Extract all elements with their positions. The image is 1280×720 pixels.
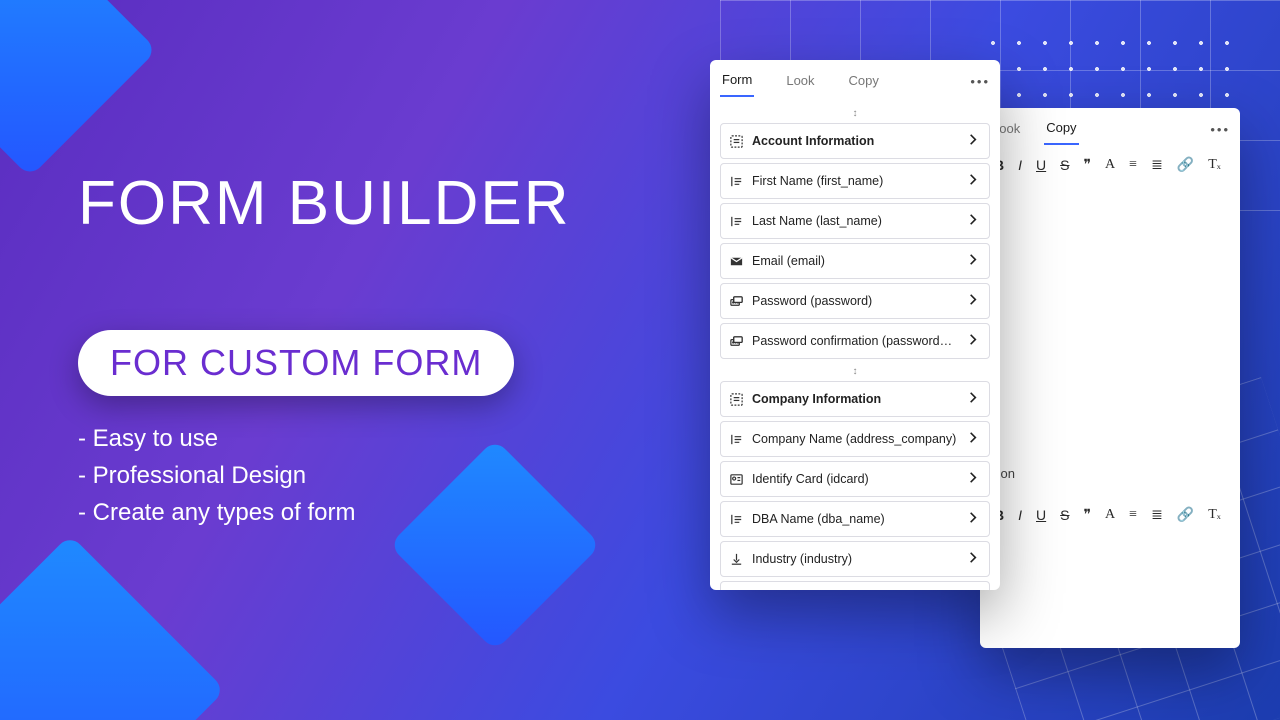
field-row[interactable]: First Name (first_name) bbox=[720, 163, 990, 199]
dropdown-icon bbox=[729, 552, 744, 567]
text-icon bbox=[729, 432, 744, 447]
tab-copy[interactable]: Copy bbox=[1044, 114, 1078, 145]
chevron-right-icon bbox=[966, 212, 981, 230]
field-label: Last Name (last_name) bbox=[752, 214, 958, 228]
field-row[interactable]: Company Name (address_company) bbox=[720, 421, 990, 457]
text-icon bbox=[729, 214, 744, 229]
strike-button[interactable]: S bbox=[1060, 157, 1069, 174]
quote-button[interactable]: ❞ bbox=[1083, 507, 1091, 524]
chevron-right-icon bbox=[966, 470, 981, 488]
headline: FORM BUILDER bbox=[78, 168, 570, 239]
ordered-list-button[interactable]: ≡ bbox=[1129, 507, 1137, 524]
tab-copy[interactable]: Copy bbox=[847, 67, 881, 96]
text-color-button[interactable]: A bbox=[1105, 157, 1115, 174]
field-label: First Name (first_name) bbox=[752, 174, 958, 188]
tab-bar: Form Look Copy ••• bbox=[710, 60, 1000, 97]
field-label: DBA Name (dba_name) bbox=[752, 512, 958, 526]
decor-arrow bbox=[389, 439, 601, 651]
text-toolbar-2: B I U S ❞ A ≡ ≣ 🔗 Tₓ bbox=[980, 495, 1240, 528]
text-toolbar: B I U S ❞ A ≡ ≣ 🔗 Tₓ bbox=[980, 145, 1240, 178]
field-row[interactable]: Password (password) bbox=[720, 283, 990, 319]
bullet-item: - Create any types of form bbox=[78, 494, 355, 531]
unordered-list-button[interactable]: ≣ bbox=[1151, 507, 1163, 524]
chevron-right-icon bbox=[966, 252, 981, 270]
password-icon bbox=[729, 294, 744, 309]
field-row[interactable]: DBA Name (dba_name) bbox=[720, 501, 990, 537]
password-icon bbox=[729, 334, 744, 349]
section-icon bbox=[729, 392, 744, 407]
section-header-row[interactable]: Company Information bbox=[720, 381, 990, 417]
quote-button[interactable]: ❞ bbox=[1083, 157, 1091, 174]
section-header-row[interactable]: Account Information bbox=[720, 123, 990, 159]
underline-button[interactable]: U bbox=[1036, 157, 1046, 174]
chevron-right-icon bbox=[966, 430, 981, 448]
unordered-list-button[interactable]: ≣ bbox=[1151, 157, 1163, 174]
editor-panel-copy: Look Copy ••• B I U S ❞ A ≡ ≣ 🔗 Tₓ tion … bbox=[980, 108, 1240, 648]
clear-format-button[interactable]: Tₓ bbox=[1208, 157, 1221, 174]
field-label: Industry (industry) bbox=[752, 552, 958, 566]
field-row[interactable]: Last Name (last_name) bbox=[720, 203, 990, 239]
chevron-right-icon bbox=[966, 390, 981, 408]
field-label: Company Name (address_company) bbox=[752, 432, 958, 446]
decor-arrow bbox=[0, 0, 157, 177]
italic-button[interactable]: I bbox=[1018, 507, 1022, 524]
field-label: Password (password) bbox=[752, 294, 958, 308]
text-color-button[interactable]: A bbox=[1105, 507, 1115, 524]
link-button[interactable]: 🔗 bbox=[1177, 157, 1194, 174]
chevron-right-icon bbox=[966, 132, 981, 150]
tab-more-button[interactable]: ••• bbox=[1210, 122, 1230, 137]
field-row[interactable]: Phone (phone) bbox=[720, 581, 990, 590]
insert-handle[interactable] bbox=[720, 367, 990, 377]
card-icon bbox=[729, 472, 744, 487]
chevron-right-icon bbox=[966, 550, 981, 568]
section-title: Account Information bbox=[752, 134, 958, 148]
chevron-right-icon bbox=[966, 172, 981, 190]
field-list: Account Information First Name (first_nam… bbox=[710, 97, 1000, 590]
tab-bar: Look Copy ••• bbox=[980, 108, 1240, 145]
mail-icon bbox=[729, 254, 744, 269]
field-row[interactable]: Password confirmation (password_confirma… bbox=[720, 323, 990, 359]
chevron-right-icon bbox=[966, 292, 981, 310]
field-row[interactable]: Identify Card (idcard) bbox=[720, 461, 990, 497]
section-icon bbox=[729, 134, 744, 149]
field-label: Identify Card (idcard) bbox=[752, 472, 958, 486]
editor-body-peek: tion bbox=[980, 452, 1240, 495]
tab-look[interactable]: Look bbox=[784, 67, 816, 96]
subheadline-pill: FOR CUSTOM FORM bbox=[78, 330, 514, 396]
decor-arrow bbox=[0, 534, 226, 720]
field-label: Email (email) bbox=[752, 254, 958, 268]
field-row[interactable]: Industry (industry) bbox=[720, 541, 990, 577]
italic-button[interactable]: I bbox=[1018, 157, 1022, 174]
bullet-item: - Professional Design bbox=[78, 457, 355, 494]
chevron-right-icon bbox=[966, 510, 981, 528]
clear-format-button[interactable]: Tₓ bbox=[1208, 507, 1221, 524]
insert-handle[interactable] bbox=[720, 109, 990, 119]
promo-stage: FORM BUILDER FOR CUSTOM FORM - Easy to u… bbox=[0, 0, 1280, 720]
tab-more-button[interactable]: ••• bbox=[970, 74, 990, 89]
link-button[interactable]: 🔗 bbox=[1177, 507, 1194, 524]
section-title: Company Information bbox=[752, 392, 958, 406]
bullet-item: - Easy to use bbox=[78, 420, 355, 457]
text-icon bbox=[729, 174, 744, 189]
field-label: Password confirmation (password_confirma… bbox=[752, 334, 958, 348]
feature-bullets: - Easy to use - Professional Design - Cr… bbox=[78, 420, 355, 532]
field-row[interactable]: Email (email) bbox=[720, 243, 990, 279]
chevron-right-icon bbox=[966, 332, 981, 350]
tab-form[interactable]: Form bbox=[720, 66, 754, 97]
strike-button[interactable]: S bbox=[1060, 507, 1069, 524]
ordered-list-button[interactable]: ≡ bbox=[1129, 157, 1137, 174]
underline-button[interactable]: U bbox=[1036, 507, 1046, 524]
form-structure-panel: Form Look Copy ••• Account Information Fi… bbox=[710, 60, 1000, 590]
text-icon bbox=[729, 512, 744, 527]
